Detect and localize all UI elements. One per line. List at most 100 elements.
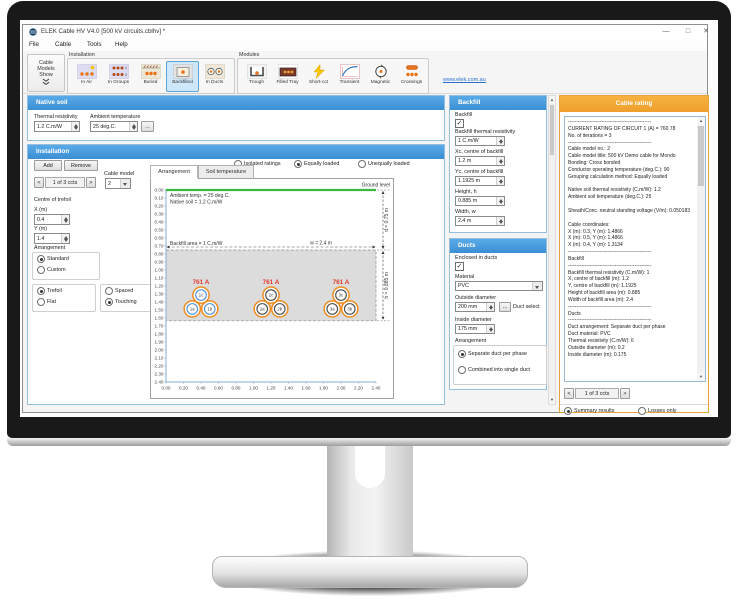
scroll-up-icon[interactable]: ▲ xyxy=(549,96,555,104)
scrollbar-thumb[interactable] xyxy=(698,126,704,186)
ambient-temperature-more-button[interactable]: ... xyxy=(141,121,154,132)
radio-circle[interactable] xyxy=(458,366,466,374)
radio-equally-loaded[interactable]: Equally loaded xyxy=(294,160,339,168)
cable-models-show-button[interactable]: Cable Models Show xyxy=(27,54,65,92)
spinner-arrows-icon[interactable] xyxy=(496,137,504,145)
spinner-arrows-icon[interactable] xyxy=(61,234,69,243)
outside-diameter-spinner[interactable]: 200 mm xyxy=(455,302,495,312)
backfill-enabled-checkbox[interactable] xyxy=(455,119,464,128)
tab-soil-temperature[interactable]: Soil temperature xyxy=(198,165,254,179)
app-logo-icon xyxy=(29,28,37,36)
scroll-up-icon[interactable]: ▲ xyxy=(697,117,705,125)
radio-trefoil[interactable]: Trefoil xyxy=(37,287,62,295)
rating-next-button[interactable]: > xyxy=(620,388,630,399)
svg-text:1.40: 1.40 xyxy=(284,386,293,391)
scroll-down-icon[interactable]: ▼ xyxy=(549,396,555,404)
radio-circle[interactable] xyxy=(105,287,113,295)
close-button[interactable]: ✕ xyxy=(699,25,713,39)
title-bar: ELEK Cable HV V4.0 [500 kV circuits.cblh… xyxy=(23,25,709,40)
spinner-arrows-icon[interactable] xyxy=(496,177,504,185)
y-spinner[interactable]: 1.4 xyxy=(34,233,70,244)
radio-circle[interactable] xyxy=(458,350,466,358)
radio-custom[interactable]: Custom xyxy=(37,266,66,274)
backfill-yc-spinner[interactable]: 1.1925 m xyxy=(455,176,505,186)
tool-backfilled[interactable]: Backfilled xyxy=(166,61,199,92)
tool-trough[interactable]: Trough xyxy=(240,61,273,92)
minimize-button[interactable]: — xyxy=(659,25,673,39)
tool-in-ducts[interactable]: In Ducts xyxy=(198,61,231,92)
radio-spaced[interactable]: Spaced xyxy=(105,287,133,295)
tool-in-groups[interactable]: 12 In Groups xyxy=(102,61,135,92)
tool-magnetic[interactable]: Magnetic xyxy=(364,61,397,92)
circuit-prev-button[interactable]: < xyxy=(34,177,44,188)
spinner-arrows-icon[interactable] xyxy=(129,122,137,131)
duct-select-more-button[interactable]: ... xyxy=(499,302,511,312)
svg-text:3a: 3a xyxy=(330,306,335,311)
radio-standard[interactable]: Standard xyxy=(37,255,69,263)
scroll-down-icon[interactable]: ▼ xyxy=(697,373,705,381)
backfill-xc-spinner[interactable]: 1.2 m xyxy=(455,156,505,166)
radio-losses-only[interactable]: Losses only xyxy=(638,407,676,415)
inside-diameter-spinner[interactable]: 175 mm xyxy=(455,324,495,334)
remove-button[interactable]: Remove xyxy=(64,160,98,171)
scrollbar-thumb[interactable] xyxy=(550,105,554,155)
tool-crossings[interactable]: Crossings xyxy=(395,61,428,92)
radio-circle[interactable] xyxy=(37,298,45,306)
cable-model-dropdown[interactable]: 2 xyxy=(105,178,131,189)
svg-text:2c: 2c xyxy=(269,293,273,298)
tool-filled-tray[interactable]: Filled Tray xyxy=(271,61,304,92)
tool-buried[interactable]: Buried xyxy=(134,61,167,92)
circuit-next-button[interactable]: > xyxy=(86,177,96,188)
backfill-width-spinner[interactable]: 2.4 m xyxy=(455,216,505,226)
middle-scrollbar[interactable]: ▲ ▼ xyxy=(548,95,556,405)
chevron-down-icon[interactable] xyxy=(532,282,542,290)
radio-combined-duct[interactable]: Combined into single duct xyxy=(458,366,530,374)
radio-circle[interactable] xyxy=(294,160,302,168)
spinner-arrows-icon[interactable] xyxy=(71,122,79,131)
radio-separate-duct[interactable]: Separate duct per phase xyxy=(458,350,527,358)
svg-text:0.10: 0.10 xyxy=(155,196,164,201)
svg-text:0.00: 0.00 xyxy=(162,386,171,391)
radio-circle[interactable] xyxy=(105,298,113,306)
radio-circle[interactable] xyxy=(564,407,572,415)
menu-cable[interactable]: Cable xyxy=(55,39,71,51)
add-button[interactable]: Add xyxy=(34,160,62,171)
spinner-arrows-icon[interactable] xyxy=(496,197,504,205)
radio-touching[interactable]: Touching xyxy=(105,298,137,306)
menu-tools[interactable]: Tools xyxy=(87,39,101,51)
website-link[interactable]: www.elek.com.au xyxy=(443,77,486,83)
spinner-arrows-icon[interactable] xyxy=(496,157,504,165)
tool-in-air[interactable]: In Air xyxy=(70,61,103,92)
enclosed-in-ducts-checkbox[interactable] xyxy=(455,262,464,271)
rating-prev-button[interactable]: < xyxy=(564,388,574,399)
radio-summary-results[interactable]: Summary results xyxy=(564,407,614,415)
radio-circle[interactable] xyxy=(358,160,366,168)
radio-flat[interactable]: Flat xyxy=(37,298,56,306)
radio-circle[interactable] xyxy=(37,287,45,295)
radio-circle[interactable] xyxy=(37,255,45,263)
spinner-arrows-icon[interactable] xyxy=(496,217,504,225)
spinner-arrows-icon[interactable] xyxy=(486,303,494,311)
spinner-arrows-icon[interactable] xyxy=(486,325,494,333)
radio-circle[interactable] xyxy=(638,407,646,415)
tab-arrangement[interactable]: Arrangement xyxy=(150,165,198,179)
thermal-resistivity-spinner[interactable]: 1.2 C.m/W xyxy=(34,121,80,132)
radio-label: Separate duct per phase xyxy=(468,351,528,357)
monitor-chin xyxy=(7,438,731,446)
maximize-button[interactable]: □ xyxy=(681,25,695,39)
ambient-temperature-spinner[interactable]: 25 deg.C. xyxy=(90,121,138,132)
backfill-resistivity-spinner[interactable]: 1 C.m/W xyxy=(455,136,505,146)
backfill-height-spinner[interactable]: 0.885 m xyxy=(455,196,505,206)
menu-file[interactable]: File xyxy=(29,39,39,51)
radio-circle[interactable] xyxy=(37,266,45,274)
material-dropdown[interactable]: PVC xyxy=(455,281,543,291)
x-spinner[interactable]: 0.4 xyxy=(34,214,70,225)
spinner-arrows-icon[interactable] xyxy=(61,215,69,224)
report-scrollbar[interactable]: ▲ ▼ xyxy=(697,117,705,381)
tool-transient[interactable]: Transient xyxy=(333,61,366,92)
tool-short-cct[interactable]: Short-cct xyxy=(302,61,335,92)
menu-help[interactable]: Help xyxy=(115,39,128,51)
chevron-down-icon[interactable] xyxy=(120,179,130,188)
svg-text:w = 2.4 m: w = 2.4 m xyxy=(310,241,332,247)
radio-unequally-loaded[interactable]: Unequally loaded xyxy=(358,160,410,168)
